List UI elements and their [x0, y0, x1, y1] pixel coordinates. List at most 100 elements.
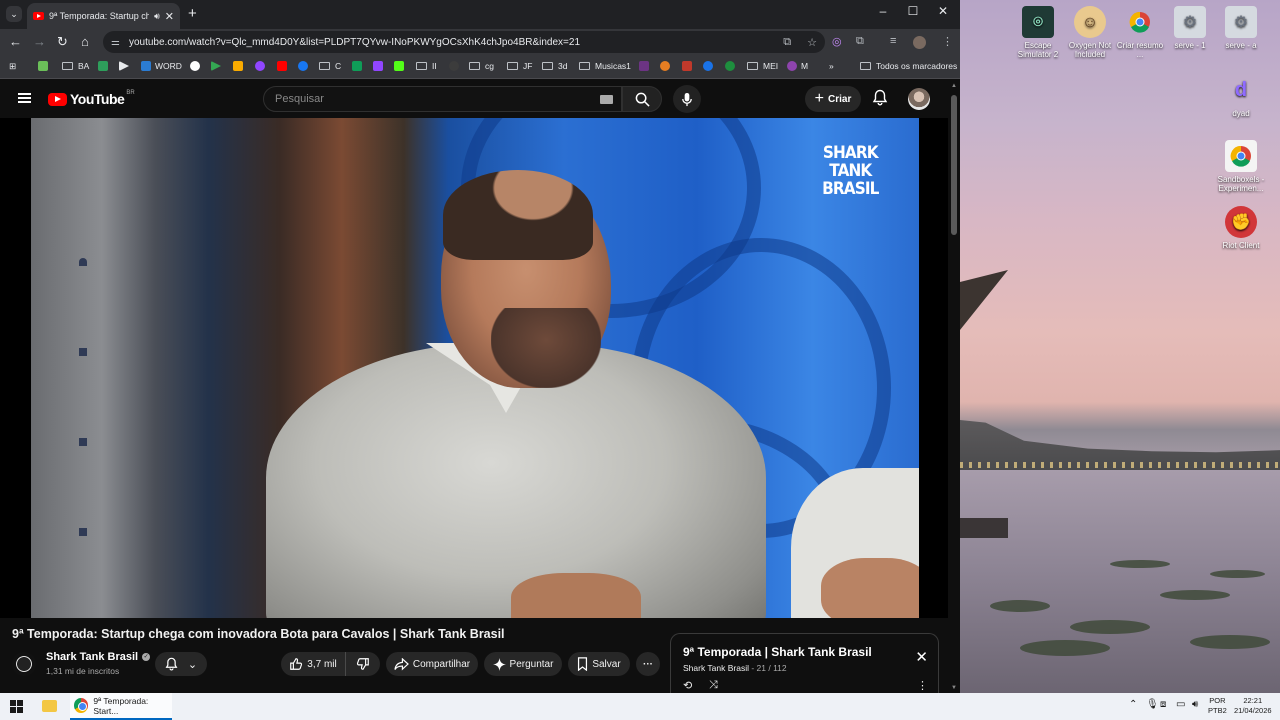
- bookmark-favicon[interactable]: [660, 61, 674, 71]
- speaker-icon[interactable]: 🔊︎: [154, 11, 160, 22]
- maximize-button[interactable]: ☐: [898, 4, 928, 18]
- hamburger-menu-icon[interactable]: [18, 93, 31, 103]
- star-bookmark-icon[interactable]: ☆: [807, 36, 817, 49]
- forward-button[interactable]: →: [33, 34, 46, 49]
- bookmark-folder-musicas1[interactable]: Musicas1: [579, 61, 631, 71]
- home-button[interactable]: ⌂: [81, 34, 89, 49]
- more-actions-button[interactable]: ···: [636, 652, 660, 676]
- desktop-icon-chrome-shortcut[interactable]: Criar resumo ...: [1114, 6, 1166, 59]
- bookmark-favicon[interactable]: [373, 61, 387, 71]
- like-button[interactable]: 3,7 mil: [281, 652, 345, 676]
- address-bar[interactable]: ⚌ youtube.com/watch?v=Qlc_mmd4D0Y&list=P…: [103, 31, 825, 53]
- apps-grid-icon[interactable]: ⊞: [9, 61, 16, 72]
- back-button[interactable]: ←: [9, 34, 22, 49]
- file-explorer-icon[interactable]: [42, 700, 57, 712]
- bookmark-folder-3d[interactable]: 3d: [542, 61, 567, 71]
- close-playlist-icon[interactable]: ✕: [915, 648, 928, 666]
- system-clock[interactable]: 22:21 21/04/2026: [1234, 696, 1272, 716]
- channel-name-link[interactable]: Shark Tank Brasil ✓: [46, 651, 151, 663]
- channel-avatar[interactable]: [12, 652, 36, 676]
- bookmark-favicon[interactable]: [211, 61, 225, 71]
- playlist-title[interactable]: 9ª Temporada | Shark Tank Brasil: [683, 645, 872, 659]
- desktop-icon-riot-client[interactable]: ✊ Riot Client: [1215, 206, 1267, 250]
- playlist-channel[interactable]: Shark Tank Brasil: [683, 663, 749, 673]
- volume-icon[interactable]: 🔊︎: [1192, 699, 1198, 710]
- bookmark-folder-ii[interactable]: II: [416, 61, 437, 71]
- new-tab-button[interactable]: +: [188, 5, 197, 22]
- create-button[interactable]: + Criar: [805, 86, 861, 112]
- bookmark-favicon[interactable]: [277, 61, 291, 71]
- desktop-icon-serve-1[interactable]: ⚙ serve - 1: [1164, 6, 1216, 50]
- bookmark-favicon[interactable]: [725, 61, 739, 71]
- bookmark-favicon[interactable]: [255, 61, 269, 71]
- install-app-icon[interactable]: ⧉: [783, 36, 791, 49]
- bookmark-m[interactable]: M: [787, 61, 808, 71]
- bookmark-folder-c[interactable]: C: [319, 61, 341, 71]
- close-tab-icon[interactable]: ✕: [165, 10, 174, 23]
- bookmark-favicon[interactable]: [38, 61, 52, 71]
- bookmark-folder-mei[interactable]: MEI: [747, 61, 778, 71]
- microphone-icon[interactable]: 🎙︎: [1146, 699, 1159, 710]
- input-language-indicator[interactable]: POR PTB2: [1208, 696, 1227, 716]
- tab-youtube[interactable]: 9ª Temporada: Startup cheg 🔊︎ ✕: [27, 3, 180, 29]
- bookmarks-overflow-button[interactable]: »: [829, 61, 834, 71]
- bookmark-favicon[interactable]: [352, 61, 366, 71]
- reload-button[interactable]: ↻: [57, 34, 68, 50]
- desktop-icon-sandboxels[interactable]: Sandboxels - Experimen...: [1215, 140, 1267, 193]
- search-input[interactable]: Pesquisar: [263, 86, 622, 112]
- extension-icon[interactable]: ◎: [832, 35, 842, 48]
- minimize-button[interactable]: –: [868, 4, 898, 18]
- desktop-icon-serve-a[interactable]: ⚙ serve - a: [1215, 6, 1267, 50]
- bookmark-favicon[interactable]: [298, 61, 312, 71]
- desktop-icon-dyad[interactable]: d dyad: [1215, 74, 1267, 119]
- scroll-down-arrow-icon[interactable]: ▼: [951, 685, 957, 691]
- scroll-up-arrow-icon[interactable]: ▲: [951, 83, 957, 89]
- shuffle-icon[interactable]: ⤨: [709, 679, 718, 692]
- video-player[interactable]: SHARK TANK BRASIL: [0, 118, 948, 618]
- playlist-more-icon[interactable]: ⋮: [917, 679, 928, 692]
- display-icon[interactable]: ▭: [1176, 699, 1185, 710]
- show-hidden-icons-chevron-icon[interactable]: ⌃: [1129, 699, 1137, 710]
- bookmark-favicon[interactable]: [190, 61, 204, 71]
- windows-start-icon[interactable]: [10, 700, 23, 713]
- youtube-logo[interactable]: YouTube BR: [48, 90, 135, 107]
- extensions-puzzle-icon[interactable]: ⧉: [856, 35, 864, 48]
- profile-avatar[interactable]: [913, 36, 926, 49]
- scrollbar-thumb[interactable]: [951, 95, 957, 235]
- more-horizontal-icon: ···: [643, 658, 653, 670]
- bookmark-folder-ba[interactable]: BA: [62, 61, 89, 71]
- bookmark-favicon[interactable]: [119, 61, 133, 71]
- dislike-button[interactable]: [345, 652, 380, 676]
- bookmark-favicon[interactable]: [682, 61, 696, 71]
- bookmark-favicon[interactable]: [449, 61, 463, 71]
- taskbar-chrome-window[interactable]: 9ª Temporada: Start...: [70, 693, 172, 720]
- share-button[interactable]: Compartilhar: [386, 652, 478, 676]
- ask-button[interactable]: Perguntar: [484, 652, 562, 676]
- bookmark-favicon[interactable]: [394, 61, 408, 71]
- all-bookmarks-folder[interactable]: Todos os marcadores: [860, 61, 957, 71]
- loop-playlist-icon[interactable]: ⟲: [683, 679, 692, 692]
- keyboard-icon[interactable]: [600, 95, 613, 104]
- close-window-button[interactable]: ✕: [928, 4, 958, 18]
- search-button[interactable]: [622, 86, 662, 112]
- tab-search-button[interactable]: ⌄: [6, 6, 22, 22]
- bookmark-folder-jf[interactable]: JF: [507, 61, 532, 71]
- bookmark-favicon[interactable]: [639, 61, 653, 71]
- bookmark-favicon[interactable]: [703, 61, 717, 71]
- bookmark-folder-cg[interactable]: cg: [469, 61, 494, 71]
- save-button[interactable]: Salvar: [568, 652, 630, 676]
- desktop-icon-oxygen-not-included[interactable]: ☺ Oxygen Not Included: [1064, 6, 1116, 59]
- bookmark-favicon[interactable]: [98, 61, 112, 71]
- voice-search-button[interactable]: [673, 85, 701, 113]
- bookmark-word[interactable]: WORD: [141, 61, 182, 71]
- page-scrollbar[interactable]: ▲ ▼: [948, 80, 960, 693]
- subscription-bell-button[interactable]: ⌄: [155, 652, 207, 676]
- media-controls-icon[interactable]: ≡: [890, 35, 896, 47]
- desktop-icon-escape-simulator[interactable]: ⌾ Escape Simulator 2: [1012, 6, 1064, 59]
- notifications-button[interactable]: [872, 89, 888, 111]
- chrome-menu-icon[interactable]: ⋮: [942, 35, 953, 48]
- bookmark-favicon[interactable]: [233, 61, 247, 71]
- account-avatar[interactable]: [908, 88, 930, 110]
- network-monitor-icon[interactable]: ⧈: [1160, 699, 1166, 710]
- site-info-icon[interactable]: ⚌: [111, 37, 120, 48]
